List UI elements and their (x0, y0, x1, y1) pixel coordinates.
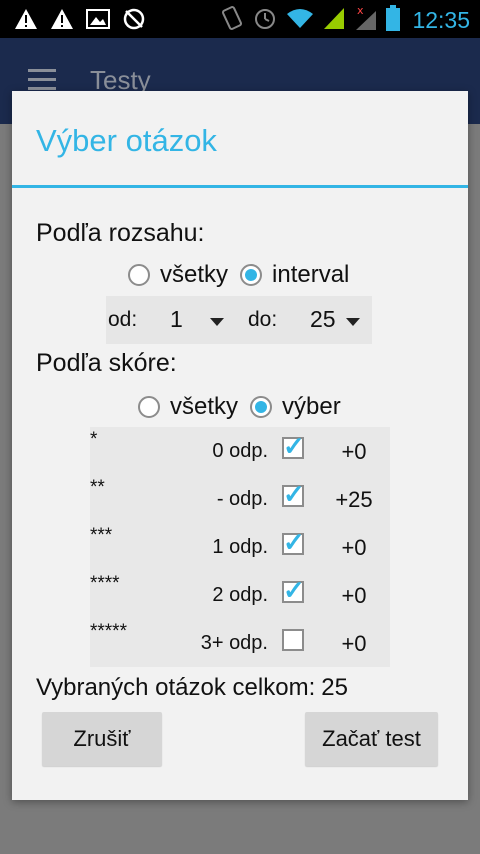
selected-total-label: Vybraných otázok celkom: (36, 674, 316, 701)
score-checkbox[interactable]: ✓ (282, 577, 305, 603)
score-answers: - odp. (216, 488, 268, 510)
range-section-label: Podľa rozsahu: (36, 219, 205, 247)
from-dropdown-icon[interactable] (210, 318, 224, 326)
score-points: +0 (341, 583, 367, 608)
check-icon: ✓ (283, 479, 305, 509)
dialog-title: Výber otázok (36, 123, 217, 158)
score-radio-group: všetky výber (138, 393, 353, 421)
score-stars: * (90, 429, 98, 450)
score-stars: *** (90, 525, 113, 546)
from-label: od: (108, 308, 138, 331)
question-selection-dialog: Výber otázok Podľa rozsahu: všetky inter… (12, 91, 468, 800)
radio-range-interval-label[interactable]: interval (272, 261, 349, 289)
vibrate-icon (220, 5, 244, 36)
selected-total-value: 25 (321, 674, 348, 701)
score-points: +0 (341, 631, 367, 656)
score-answers: 1 odp. (212, 536, 268, 558)
score-checkbox[interactable]: ✓ (282, 433, 305, 459)
score-row: **** 2 odp. ✓ +0 (90, 571, 390, 619)
selected-total: Vybraných otázok celkom: 25 (36, 674, 348, 702)
score-stars: ** (90, 477, 105, 498)
check-icon: ✓ (283, 575, 305, 605)
score-row: ** - odp. ✓ +25 (90, 475, 390, 523)
score-points: +25 (335, 487, 373, 512)
score-row: ***** 3+ odp. +0 (90, 619, 390, 667)
score-table: * 0 odp. ✓ +0 ** - odp. ✓ +25 *** 1 odp.… (90, 427, 390, 667)
signal-icon (322, 6, 346, 35)
radio-score-all-label[interactable]: všetky (170, 393, 238, 421)
score-section-label: Podľa skóre: (36, 349, 177, 377)
battery-icon (386, 5, 401, 36)
clock: 12:35 (412, 7, 470, 33)
score-points: +0 (341, 439, 367, 464)
from-spinner[interactable]: 1 (170, 306, 183, 333)
signal-icon: x (354, 4, 378, 36)
score-answers: 0 odp. (212, 440, 268, 462)
to-spinner[interactable]: 25 (310, 306, 336, 333)
alarm-icon (252, 5, 278, 36)
check-icon: ✓ (283, 527, 305, 557)
warning-icon (50, 8, 74, 35)
warning-icon (14, 8, 38, 35)
svg-text:x: x (357, 5, 364, 17)
score-checkbox[interactable] (282, 629, 304, 651)
radio-score-selection[interactable] (250, 396, 273, 418)
range-radio-group: všetky interval (128, 261, 361, 289)
wifi-icon (286, 7, 314, 34)
menu-icon[interactable] (28, 69, 56, 91)
score-row: *** 1 odp. ✓ +0 (90, 523, 390, 571)
score-stars: ***** (90, 621, 127, 642)
score-checkbox[interactable]: ✓ (282, 529, 305, 555)
status-bar: x 12:35 (0, 0, 480, 38)
radio-range-interval[interactable] (240, 264, 263, 286)
start-test-button[interactable]: Začať test (305, 712, 438, 766)
radio-range-all[interactable] (128, 264, 150, 286)
score-points: +0 (341, 535, 367, 560)
score-answers: 3+ odp. (200, 632, 268, 654)
no-sync-icon (122, 7, 146, 36)
cancel-button[interactable]: Zrušiť (42, 712, 162, 766)
to-dropdown-icon[interactable] (346, 318, 360, 326)
score-checkbox[interactable]: ✓ (282, 481, 305, 507)
interval-selector: od: 1 do: 25 (106, 296, 372, 344)
title-divider (12, 185, 468, 188)
score-stars: **** (90, 573, 120, 594)
radio-range-all-label[interactable]: všetky (160, 261, 228, 289)
to-label: do: (248, 308, 278, 331)
score-row: * 0 odp. ✓ +0 (90, 427, 390, 475)
check-icon: ✓ (283, 431, 305, 461)
radio-score-all[interactable] (138, 396, 160, 418)
score-answers: 2 odp. (212, 584, 268, 606)
radio-score-selection-label[interactable]: výber (282, 393, 341, 421)
image-icon (86, 8, 110, 35)
